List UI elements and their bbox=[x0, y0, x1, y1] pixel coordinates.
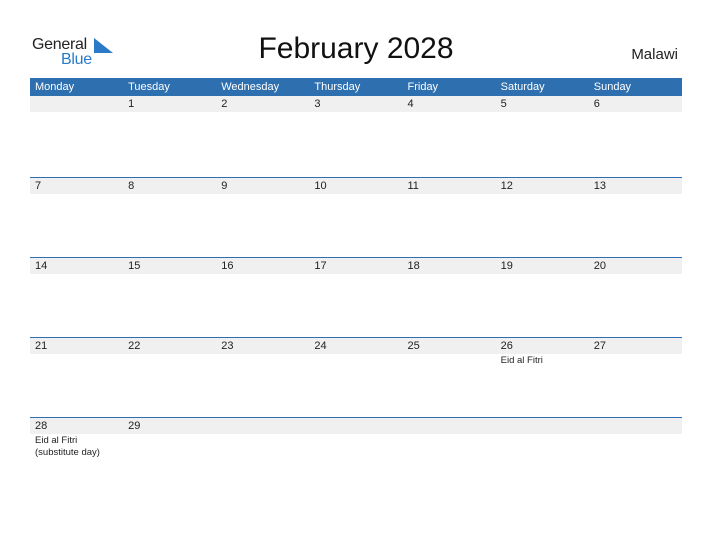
calendar-grid: Monday Tuesday Wednesday Thursday Friday… bbox=[30, 78, 682, 497]
weeks-container: 1 2 3 4 5 6 7 8 9 10 11 12 13 14 15 16 17 18 19 20 21 22 23 24 2… bbox=[30, 96, 682, 497]
day-cell: 13 bbox=[588, 178, 682, 257]
day-cell: 6 bbox=[588, 96, 682, 177]
day-number bbox=[495, 418, 589, 434]
day-number: 9 bbox=[216, 178, 310, 194]
weekday-header: Monday Tuesday Wednesday Thursday Friday… bbox=[30, 78, 682, 96]
day-cell: 8 bbox=[123, 178, 217, 257]
day-cell bbox=[402, 418, 496, 497]
day-number: 15 bbox=[123, 258, 217, 274]
day-cell: 18 bbox=[402, 258, 496, 337]
day-cell bbox=[216, 418, 310, 497]
day-number: 4 bbox=[402, 96, 496, 112]
day-cell: 20 bbox=[588, 258, 682, 337]
day-cell: 5 bbox=[495, 96, 589, 177]
day-number: 25 bbox=[402, 338, 496, 354]
day-cell: 22 bbox=[123, 338, 217, 417]
day-number: 5 bbox=[495, 96, 589, 112]
day-cell: 3 bbox=[309, 96, 403, 177]
day-cell: 24 bbox=[309, 338, 403, 417]
week-row: 123456 bbox=[30, 96, 682, 177]
day-cell: 27 bbox=[588, 338, 682, 417]
day-number: 10 bbox=[309, 178, 403, 194]
day-number bbox=[216, 418, 310, 434]
day-cell: 14 bbox=[30, 258, 124, 337]
day-cell: 1 bbox=[123, 96, 217, 177]
day-number: 28 bbox=[30, 418, 124, 434]
day-number: 2 bbox=[216, 96, 310, 112]
day-cell: 29 bbox=[123, 418, 217, 497]
day-number: 12 bbox=[495, 178, 589, 194]
day-number: 3 bbox=[309, 96, 403, 112]
day-cell: 10 bbox=[309, 178, 403, 257]
weekday-wednesday: Wednesday bbox=[221, 81, 280, 93]
weekday-tuesday: Tuesday bbox=[128, 81, 170, 93]
day-number: 17 bbox=[309, 258, 403, 274]
day-number: 24 bbox=[309, 338, 403, 354]
day-cell: 7 bbox=[30, 178, 124, 257]
calendar-title: February 2028 bbox=[258, 32, 454, 65]
day-cell: 21 bbox=[30, 338, 124, 417]
day-cell: 9 bbox=[216, 178, 310, 257]
day-cell: 2 bbox=[216, 96, 310, 177]
day-number: 29 bbox=[123, 418, 217, 434]
day-cell: 17 bbox=[309, 258, 403, 337]
day-cell bbox=[30, 96, 124, 177]
day-cell bbox=[495, 418, 589, 497]
day-cell: 4 bbox=[402, 96, 496, 177]
day-cell: 26 Eid al Fitri bbox=[495, 338, 589, 417]
day-number bbox=[30, 96, 124, 112]
country-label: Malawi bbox=[631, 46, 678, 63]
weekday-friday: Friday bbox=[407, 81, 439, 93]
day-number: 26 bbox=[495, 338, 589, 354]
day-number: 8 bbox=[123, 178, 217, 194]
weekday-thursday: Thursday bbox=[314, 81, 361, 93]
day-cell: 19 bbox=[495, 258, 589, 337]
day-cell: 23 bbox=[216, 338, 310, 417]
day-number: 13 bbox=[588, 178, 682, 194]
day-number: 16 bbox=[216, 258, 310, 274]
day-number: 11 bbox=[402, 178, 496, 194]
weekday-sunday: Sunday bbox=[593, 81, 632, 93]
week-row: 28 Eid al Fitri (substitute day) 29 bbox=[30, 417, 682, 497]
day-cell: 25 bbox=[402, 338, 496, 417]
day-number: 18 bbox=[402, 258, 496, 274]
day-number bbox=[402, 418, 496, 434]
day-number: 7 bbox=[30, 178, 124, 194]
weekday-monday: Monday bbox=[35, 81, 75, 93]
day-cell: 15 bbox=[123, 258, 217, 337]
day-cell bbox=[588, 418, 682, 497]
day-number: 22 bbox=[123, 338, 217, 354]
holiday-label: Eid al Fitri (substitute day) bbox=[35, 435, 100, 458]
day-number: 27 bbox=[588, 338, 682, 354]
day-cell: 28 Eid al Fitri (substitute day) bbox=[30, 418, 124, 497]
day-number: 1 bbox=[123, 96, 217, 112]
week-row: 7 8 9 10 11 12 13 bbox=[30, 177, 682, 257]
day-cell bbox=[309, 418, 403, 497]
day-number: 21 bbox=[30, 338, 124, 354]
day-number: 23 bbox=[216, 338, 310, 354]
day-number: 6 bbox=[588, 96, 682, 112]
holiday-label: Eid al Fitri bbox=[500, 355, 543, 366]
day-cell: 16 bbox=[216, 258, 310, 337]
week-row: 21 22 23 24 25 26 Eid al Fitri 27 bbox=[30, 337, 682, 417]
day-number bbox=[588, 418, 682, 434]
day-number bbox=[309, 418, 403, 434]
day-cell: 12 bbox=[495, 178, 589, 257]
weekday-saturday: Saturday bbox=[500, 81, 545, 93]
day-cell: 11 bbox=[402, 178, 496, 257]
day-number: 19 bbox=[495, 258, 589, 274]
day-number: 20 bbox=[588, 258, 682, 274]
week-row: 14 15 16 17 18 19 20 bbox=[30, 257, 682, 337]
day-number: 14 bbox=[30, 258, 124, 274]
